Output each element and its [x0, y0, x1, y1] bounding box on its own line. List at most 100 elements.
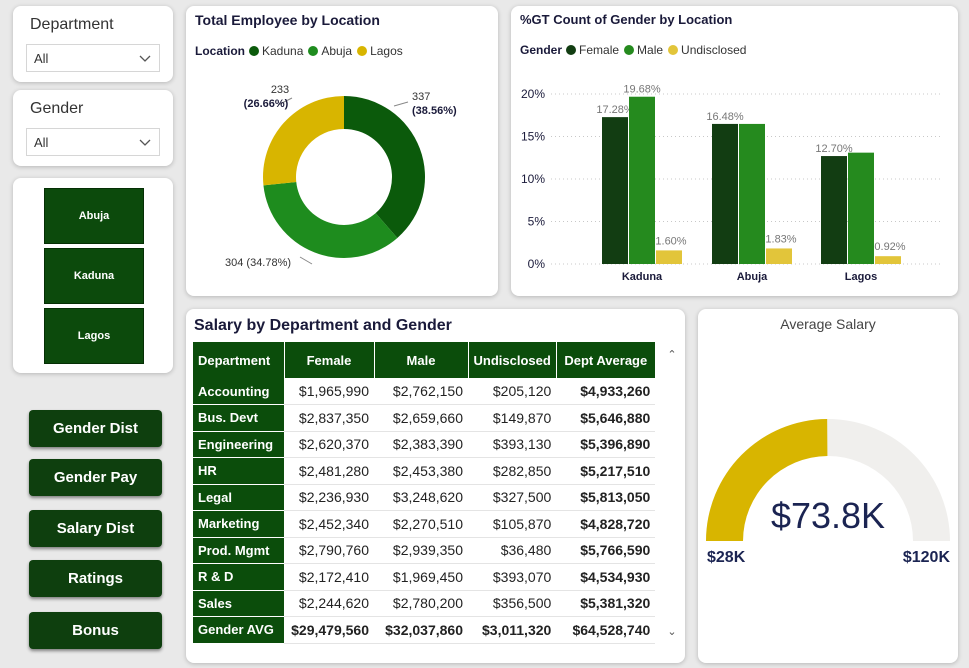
bar-female-lagos [821, 156, 847, 264]
salary-table: Department Female Male Undisclosed Dept … [193, 342, 656, 644]
column-header-department[interactable]: Department [193, 342, 285, 378]
table-cell: $2,244,620 [284, 590, 374, 617]
data-label: 17.28% [596, 104, 634, 116]
x-tick-label: Lagos [845, 271, 877, 283]
table-cell: $4,828,720 [556, 510, 656, 538]
donut-slice-kaduna [344, 96, 425, 238]
slice-label-kaduna-pct: (38.56%) [412, 105, 457, 117]
table-cell: $356,500 [468, 590, 557, 617]
bar-undisclosed-lagos [875, 256, 901, 264]
bar-male-abuja [739, 123, 765, 264]
gauge-value: $73.8K [770, 495, 886, 536]
row-department-cell: Marketing [193, 510, 284, 538]
department-dropdown[interactable]: All [26, 44, 160, 72]
table-row: Sales $2,244,620 $2,780,200 $356,500 $5,381,… [193, 590, 656, 617]
gauge-card: Average Salary $73.8K $28K $120K [698, 309, 958, 663]
bar-female-abuja [712, 123, 738, 264]
x-tick-label: Abuja [737, 271, 768, 283]
gender-dropdown[interactable]: All [26, 128, 160, 156]
scroll-up-icon[interactable]: ⌃ [666, 348, 678, 361]
nav-button-ratings[interactable]: Ratings [29, 560, 162, 597]
data-label: 16.48% [706, 111, 744, 123]
table-row: Marketing $2,452,340 $2,270,510 $105,870 $4,… [193, 510, 656, 538]
row-department-cell: Bus. Devt [193, 404, 284, 432]
gender-slicer-title: Gender [30, 100, 84, 117]
table-cell: $2,383,390 [374, 431, 468, 458]
table-cell: $64,528,740 [556, 616, 656, 644]
bar-undisclosed-abuja [766, 248, 792, 264]
table-cell: $2,762,150 [374, 378, 468, 405]
table-cell: $393,130 [468, 431, 557, 458]
table-row: HR $2,481,280 $2,453,380 $282,850 $5,217,510 [193, 457, 656, 485]
table-cell: $2,780,200 [374, 590, 468, 617]
location-slicer: Abuja Kaduna Lagos [13, 178, 173, 373]
table-cell: $5,813,050 [556, 484, 656, 511]
data-label: 1.83% [765, 233, 796, 245]
table-cell: $29,479,560 [284, 616, 374, 644]
chevron-down-icon [139, 139, 151, 146]
table-cell: $5,646,880 [556, 404, 656, 432]
data-label: 0.92% [874, 241, 905, 253]
table-cell: $393,070 [468, 563, 557, 591]
gauge-max: $120K [902, 549, 950, 566]
department-slicer-title: Department [30, 16, 114, 33]
location-button-abuja[interactable]: Abuja [44, 188, 144, 244]
column-header-undisclosed[interactable]: Undisclosed [468, 342, 557, 378]
table-cell: $282,850 [468, 457, 557, 485]
scroll-down-icon[interactable]: ⌄ [666, 625, 678, 638]
donut-chart: 233 (26.66%) 337 (38.56%) 304 (34.78%) [225, 84, 457, 269]
table-cell: $2,452,340 [284, 510, 374, 538]
nav-button-salary-dist[interactable]: Salary Dist [29, 510, 162, 547]
table-cell: $2,270,510 [374, 510, 468, 538]
row-department-cell: Prod. Mgmt [193, 537, 284, 564]
salary-table-title: Salary by Department and Gender [194, 317, 452, 334]
y-tick-label: 20% [521, 87, 545, 101]
row-department-cell: Accounting [193, 378, 284, 405]
table-total-row: Gender AVG $29,479,560 $32,037,860 $3,011,3… [193, 616, 656, 644]
donut-chart-card: Total Employee by Location Location Kadu… [186, 6, 498, 296]
column-header-female[interactable]: Female [284, 342, 375, 378]
location-button-kaduna[interactable]: Kaduna [44, 248, 144, 304]
bar-female-kaduna [602, 117, 628, 265]
data-label: 1.60% [655, 235, 686, 247]
data-label: 19.68% [623, 84, 661, 96]
row-department-cell: Sales [193, 590, 284, 617]
row-department-cell: Legal [193, 484, 284, 511]
slice-label-lagos-pct: (26.66%) [244, 98, 289, 110]
gauge-chart [706, 419, 950, 541]
y-tick-label: 15% [521, 130, 545, 144]
donut-slice-abuja [263, 181, 398, 258]
table-cell: $327,500 [468, 484, 557, 511]
table-cell: $2,620,370 [284, 431, 374, 458]
slice-label-kaduna: 337 [412, 91, 430, 103]
table-cell: $36,480 [468, 537, 557, 564]
department-slicer: Department All [13, 6, 173, 82]
slice-label-lagos: 233 [271, 84, 289, 96]
column-header-dept-average[interactable]: Dept Average [556, 342, 656, 378]
x-tick-label: Kaduna [622, 271, 663, 283]
chevron-down-icon [139, 55, 151, 62]
table-cell: $2,236,930 [284, 484, 374, 511]
bar-male-lagos [848, 152, 874, 264]
table-header-row: Department Female Male Undisclosed Dept … [193, 342, 656, 378]
row-department-cell: Engineering [193, 431, 284, 458]
nav-button-bonus[interactable]: Bonus [29, 612, 162, 649]
nav-button-gender-dist[interactable]: Gender Dist [29, 410, 162, 447]
row-department-cell: Gender AVG [193, 616, 284, 644]
department-dropdown-value: All [34, 51, 49, 66]
column-header-male[interactable]: Male [374, 342, 469, 378]
location-button-lagos[interactable]: Lagos [44, 308, 144, 364]
table-cell: $2,939,350 [374, 537, 468, 564]
table-cell: $1,965,990 [284, 378, 374, 405]
slice-label-abuja: 304 (34.78%) [225, 257, 291, 269]
bar-chart-card: %GT Count of Gender by Location Gender F… [511, 6, 958, 296]
row-department-cell: HR [193, 457, 284, 485]
table-row: R & D $2,172,410 $1,969,450 $393,070 $4,534,… [193, 563, 656, 591]
table-cell: $2,453,380 [374, 457, 468, 485]
y-tick-label: 0% [528, 257, 546, 271]
table-cell: $2,790,760 [284, 537, 374, 564]
table-cell: $3,248,620 [374, 484, 468, 511]
gender-slicer: Gender All [13, 90, 173, 166]
y-tick-label: 5% [528, 215, 546, 229]
nav-button-gender-pay[interactable]: Gender Pay [29, 459, 162, 496]
